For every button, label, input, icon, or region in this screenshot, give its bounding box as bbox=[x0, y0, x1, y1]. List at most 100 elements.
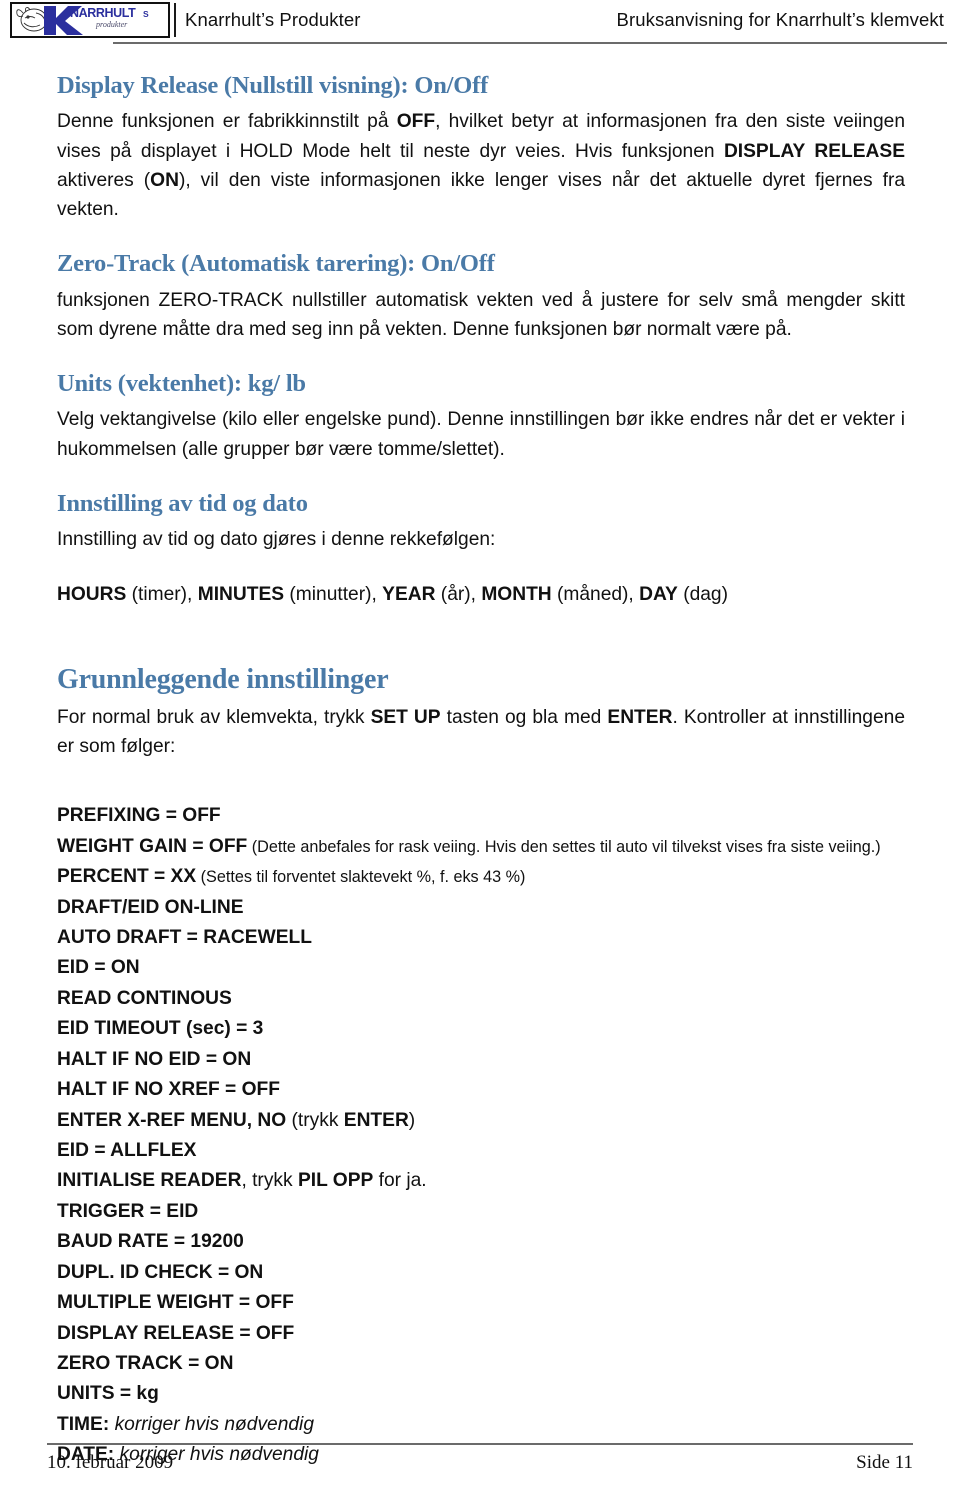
emphasis-text: MONTH bbox=[481, 584, 552, 606]
emphasis-text: MINUTES bbox=[197, 584, 285, 606]
heading-zero-track: Zero-Track (Automatisk tarering): On/Off bbox=[57, 250, 495, 278]
body-run: tasten og bla med bbox=[440, 706, 608, 728]
heading-basic-settings: Grunnleggende innstillinger bbox=[57, 663, 389, 695]
settings-list-item: DRAFT/EID ON-LINE bbox=[57, 893, 905, 923]
settings-list-item: BAUD RATE = 19200 bbox=[57, 1227, 905, 1257]
setting-label: ZERO TRACK = ON bbox=[57, 1352, 234, 1374]
settings-list-item: WEIGHT GAIN = OFF (Dette anbefales for r… bbox=[57, 832, 905, 862]
svg-text:produkter: produkter bbox=[95, 20, 128, 29]
settings-list-item: PREFIXING = OFF bbox=[57, 801, 905, 831]
body-run: (dag) bbox=[677, 584, 728, 606]
settings-list-item: INITIALISE READER, trykk PIL OPP for ja. bbox=[57, 1166, 905, 1196]
setting-label: EID = ALLFLEX bbox=[57, 1139, 197, 1161]
settings-list-item: ENTER X-REF MENU, NO (trykk ENTER) bbox=[57, 1106, 905, 1136]
setting-label: PREFIXING = OFF bbox=[57, 805, 221, 827]
heading-display-release: Display Release (Nullstill visning): On/… bbox=[57, 72, 489, 99]
setting-label: EID = ON bbox=[57, 957, 140, 979]
setting-keyword: ENTER bbox=[343, 1109, 409, 1131]
setting-label: INITIALISE READER bbox=[57, 1170, 242, 1192]
footer-date: 10. februar 2009 bbox=[47, 1452, 174, 1473]
settings-list-item: DISPLAY RELEASE = OFF bbox=[57, 1319, 905, 1349]
body-run: Denne funksjonen er fabrikkinnstilt på bbox=[57, 111, 397, 133]
setting-plain: for ja. bbox=[373, 1170, 427, 1192]
emphasis-text: YEAR bbox=[382, 584, 436, 606]
page-header: NARRHULT S produkter Knarrhult’s Produkt… bbox=[0, 0, 960, 46]
settings-list-item: TIME: korriger hvis nødvendig bbox=[57, 1410, 905, 1440]
basic-settings-list: PREFIXING = OFF WEIGHT GAIN = OFF (Dette … bbox=[57, 801, 905, 1470]
svg-text:S: S bbox=[143, 9, 149, 19]
setting-label: WEIGHT GAIN = OFF bbox=[57, 835, 248, 857]
paragraph-time-date-intro: Innstilling av tid og dato gjøres i denn… bbox=[57, 525, 905, 554]
settings-list-item: UNITS = kg bbox=[57, 1379, 905, 1409]
emphasis-text: DISPLAY RELEASE bbox=[723, 140, 905, 162]
setting-label: READ CONTINOUS bbox=[57, 987, 232, 1009]
time-date-order: HOURS (timer), MINUTES (minutter), YEAR … bbox=[57, 580, 905, 609]
page-footer: 10. februar 2009 Side 11 bbox=[47, 1443, 913, 1474]
body-run: (måned), bbox=[551, 584, 640, 606]
svg-text:NARRHULT: NARRHULT bbox=[70, 6, 136, 20]
setting-label: AUTO DRAFT = RACEWELL bbox=[57, 927, 312, 949]
footer-page-number: Side 11 bbox=[856, 1452, 913, 1473]
paragraph-display-release: Denne funksjonen er fabrikkinnstilt på O… bbox=[57, 107, 905, 224]
setting-note: (Dette anbefales for rask veiing. Hvis d… bbox=[247, 837, 881, 856]
setting-plain: (trykk bbox=[286, 1109, 344, 1131]
body-run: (år), bbox=[435, 584, 482, 606]
header-company-name: Knarrhult’s Produkter bbox=[185, 9, 361, 30]
footer-row: 10. februar 2009 Side 11 bbox=[47, 1445, 913, 1474]
settings-list-item: READ CONTINOUS bbox=[57, 984, 905, 1014]
setting-label: EID TIMEOUT (sec) = 3 bbox=[57, 1018, 264, 1040]
document-page: NARRHULT S produkter Knarrhult’s Produkt… bbox=[0, 0, 960, 1493]
body-run: (timer), bbox=[126, 584, 198, 606]
body-run: Velg vektangivelse (kilo eller engelske … bbox=[57, 409, 905, 460]
setting-keyword: PIL OPP bbox=[297, 1170, 374, 1192]
setting-label: BAUD RATE = 19200 bbox=[57, 1231, 244, 1253]
settings-list-item: EID = ALLFLEX bbox=[57, 1136, 905, 1166]
emphasis-text: ON bbox=[150, 169, 179, 191]
settings-list-item: AUTO DRAFT = RACEWELL bbox=[57, 923, 905, 953]
body-run: funksjonen ZERO-TRACK nullstiller automa… bbox=[57, 289, 905, 340]
setting-label: UNITS = kg bbox=[57, 1383, 159, 1405]
paragraph-zero-track: funksjonen ZERO-TRACK nullstiller automa… bbox=[57, 286, 905, 344]
settings-list-item: MULTIPLE WEIGHT = OFF bbox=[57, 1288, 905, 1318]
header-vertical-divider bbox=[174, 3, 176, 37]
setting-label: PERCENT = XX bbox=[57, 866, 197, 888]
settings-list-item: EID TIMEOUT (sec) = 3 bbox=[57, 1014, 905, 1044]
setting-label: ENTER X-REF MENU, NO bbox=[57, 1109, 287, 1131]
document-content: Display Release (Nullstill visning): On/… bbox=[57, 72, 905, 1471]
setting-italic-note: korriger hvis nødvendig bbox=[109, 1413, 314, 1435]
body-run: aktiveres ( bbox=[57, 169, 151, 191]
settings-list-item: TRIGGER = EID bbox=[57, 1197, 905, 1227]
body-run: (minutter), bbox=[284, 584, 383, 606]
emphasis-text: HOURS bbox=[57, 584, 127, 606]
emphasis-text: SET UP bbox=[370, 706, 441, 728]
settings-list-item: EID = ON bbox=[57, 953, 905, 983]
setting-label: DUPL. ID CHECK = ON bbox=[57, 1261, 264, 1283]
setting-label: MULTIPLE WEIGHT = OFF bbox=[57, 1292, 294, 1314]
emphasis-text: ENTER bbox=[607, 706, 673, 728]
heading-time-date-setting: Innstilling av tid og dato bbox=[57, 489, 308, 517]
settings-list-item: HALT IF NO EID = ON bbox=[57, 1045, 905, 1075]
settings-list-item: HALT IF NO XREF = OFF bbox=[57, 1075, 905, 1105]
setting-label: DRAFT/EID ON-LINE bbox=[57, 896, 244, 918]
body-run: ), vil den viste informasjonen ikke leng… bbox=[57, 169, 906, 220]
setting-plain: ) bbox=[408, 1109, 416, 1131]
setting-label: TIME: bbox=[57, 1413, 110, 1435]
emphasis-text: DAY bbox=[639, 584, 678, 606]
setting-label: HALT IF NO XREF = OFF bbox=[57, 1079, 280, 1101]
setting-label: HALT IF NO EID = ON bbox=[57, 1048, 252, 1070]
body-run: For normal bruk av klemvekta, trykk bbox=[57, 706, 371, 728]
settings-list-item: DUPL. ID CHECK = ON bbox=[57, 1258, 905, 1288]
setting-label: TRIGGER = EID bbox=[57, 1200, 199, 1222]
body-run: Innstilling av tid og dato gjøres i denn… bbox=[57, 529, 496, 551]
